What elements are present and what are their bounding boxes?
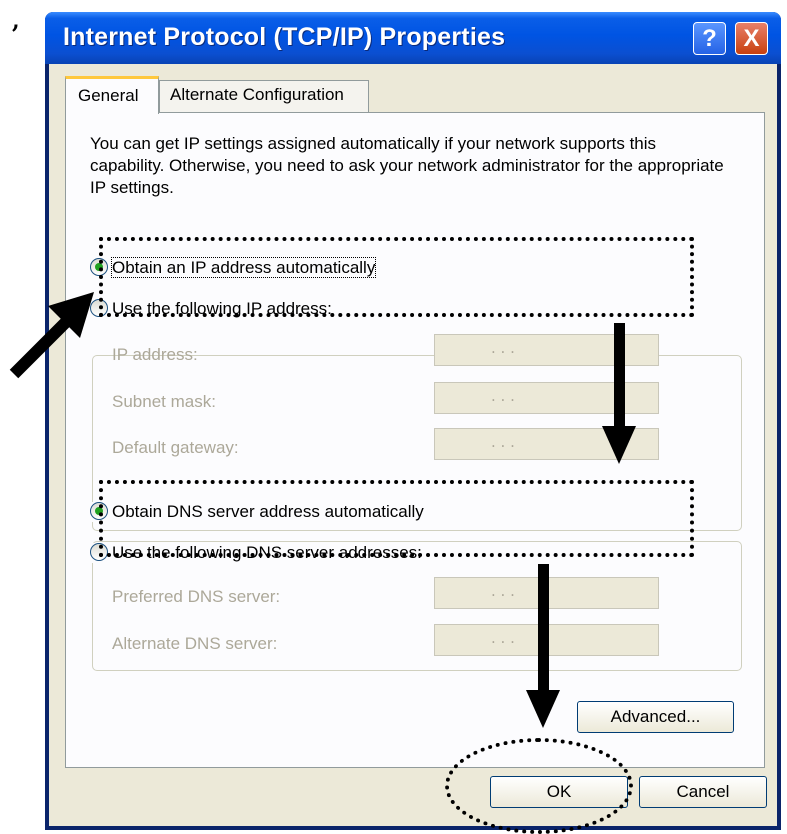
ip-address-value: . . .	[491, 339, 515, 357]
alternate-dns-label: Alternate DNS server:	[112, 634, 278, 653]
arrow-down-1-shaft	[614, 323, 625, 428]
arrow-down-1-head	[602, 426, 636, 464]
corner-mark: ,	[12, 8, 20, 34]
tab-general[interactable]: General	[65, 76, 159, 114]
help-button[interactable]: ?	[693, 22, 726, 55]
general-tab-panel: You can get IP settings assigned automat…	[65, 112, 765, 768]
tab-alternate-configuration[interactable]: Alternate Configuration	[159, 80, 369, 112]
arrow-down-2-head	[526, 690, 560, 728]
tab-general-label: General	[78, 86, 139, 105]
window-title: Internet Protocol (TCP/IP) Properties	[63, 23, 506, 51]
subnet-mask-input[interactable]: . . .	[434, 382, 659, 414]
alternate-dns-value: . . .	[491, 629, 515, 647]
advanced-button[interactable]: Advanced...	[577, 701, 734, 733]
close-button[interactable]: X	[735, 22, 768, 55]
arrow-down-2-shaft	[538, 564, 549, 692]
tab-alternate-configuration-label: Alternate Configuration	[170, 85, 344, 104]
preferred-dns-value: . . .	[491, 582, 515, 600]
ip-address-input[interactable]: . . .	[434, 334, 659, 366]
ip-address-label: IP address:	[112, 345, 198, 364]
subnet-mask-label: Subnet mask:	[112, 392, 216, 411]
close-icon: X	[743, 25, 760, 52]
preferred-dns-label: Preferred DNS server:	[112, 587, 281, 606]
subnet-mask-value: . . .	[491, 387, 515, 405]
arrow-pointer-icon	[2, 284, 98, 384]
dns-options-highlight	[99, 480, 694, 557]
dialog-body: General Alternate Configuration You can …	[49, 64, 777, 826]
title-bar[interactable]: Internet Protocol (TCP/IP) Properties ? …	[45, 12, 781, 64]
help-icon: ?	[702, 25, 717, 52]
tcpip-properties-dialog: Internet Protocol (TCP/IP) Properties ? …	[45, 12, 781, 830]
default-gateway-value: . . .	[491, 433, 515, 451]
ip-options-highlight	[99, 237, 694, 317]
ok-button-highlight	[445, 738, 633, 834]
default-gateway-label: Default gateway:	[112, 438, 239, 457]
description-text: You can get IP settings assigned automat…	[90, 134, 724, 197]
cancel-button[interactable]: Cancel	[639, 776, 767, 808]
